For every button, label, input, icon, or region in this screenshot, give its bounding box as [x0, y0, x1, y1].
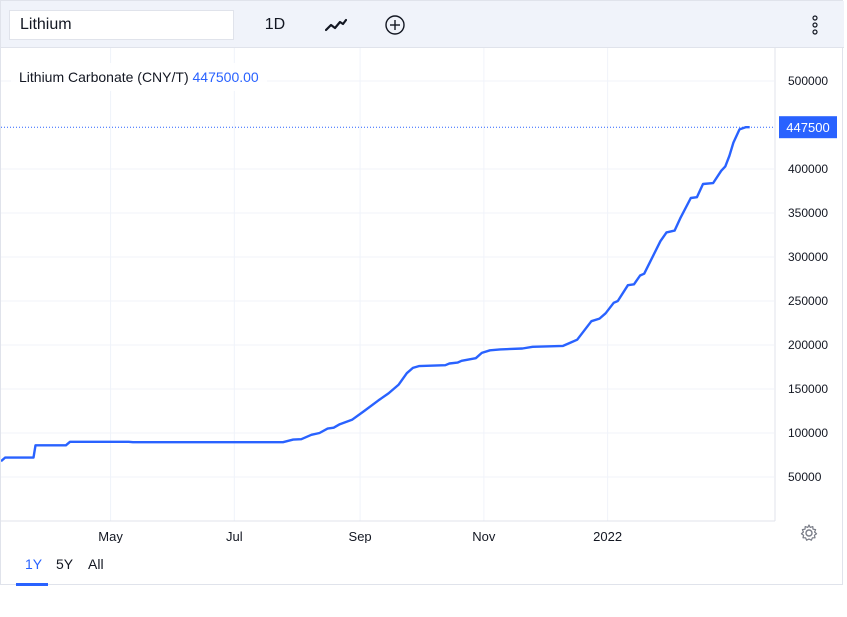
vertical-dots-icon-svg: [812, 15, 818, 35]
gear-icon-svg: [800, 524, 818, 541]
range-tab-all[interactable]: All: [88, 556, 104, 572]
y-tick-label: 350000: [788, 206, 828, 220]
line-chart-icon-svg: [325, 18, 347, 32]
y-tick-label: 400000: [788, 162, 828, 176]
x-tick-label: Sep: [349, 529, 372, 543]
y-tick-label: 100000: [788, 426, 828, 440]
price-series-line: [1, 125, 750, 463]
plus-circle-icon-svg: [385, 15, 405, 35]
y-tick-label: 250000: [788, 294, 828, 308]
plus-circle-icon[interactable]: [382, 11, 408, 39]
y-tick-label: 300000: [788, 250, 828, 264]
range-tab-5y[interactable]: 5Y: [56, 556, 73, 572]
gear-icon[interactable]: [799, 523, 819, 543]
x-tick-label: Nov: [472, 529, 496, 543]
symbol-search[interactable]: [9, 10, 234, 40]
y-tick-label: 500000: [788, 74, 828, 88]
x-tick-label: Jul: [226, 529, 243, 543]
range-bar: 1Y 5Y All: [1, 544, 844, 586]
chart-widget: 1D 500001000001500002000002500003000003: [0, 0, 844, 586]
x-tick-label: May: [98, 529, 123, 543]
interval-button[interactable]: 1D: [259, 11, 291, 39]
legend-value: 447500.00: [192, 69, 259, 85]
line-chart-icon[interactable]: [321, 11, 351, 39]
chart-legend: Lithium Carbonate (CNY/T) 447500.00: [11, 63, 267, 91]
range-tab-1y[interactable]: 1Y: [25, 556, 42, 572]
last-price-label: 447500: [786, 120, 829, 135]
symbol-search-input[interactable]: [10, 11, 233, 39]
toolbar: 1D: [1, 1, 844, 48]
y-tick-label: 50000: [788, 470, 822, 484]
y-tick-label: 150000: [788, 382, 828, 396]
y-tick-label: 200000: [788, 338, 828, 352]
active-range-indicator: [16, 583, 48, 586]
x-tick-label: 2022: [593, 529, 622, 543]
legend-symbol: Lithium Carbonate (CNY/T): [19, 69, 189, 85]
price-chart[interactable]: 50000 100000 150000 200000 250000 300000 35000…: [1, 48, 844, 543]
vertical-dots-icon[interactable]: [804, 11, 826, 39]
